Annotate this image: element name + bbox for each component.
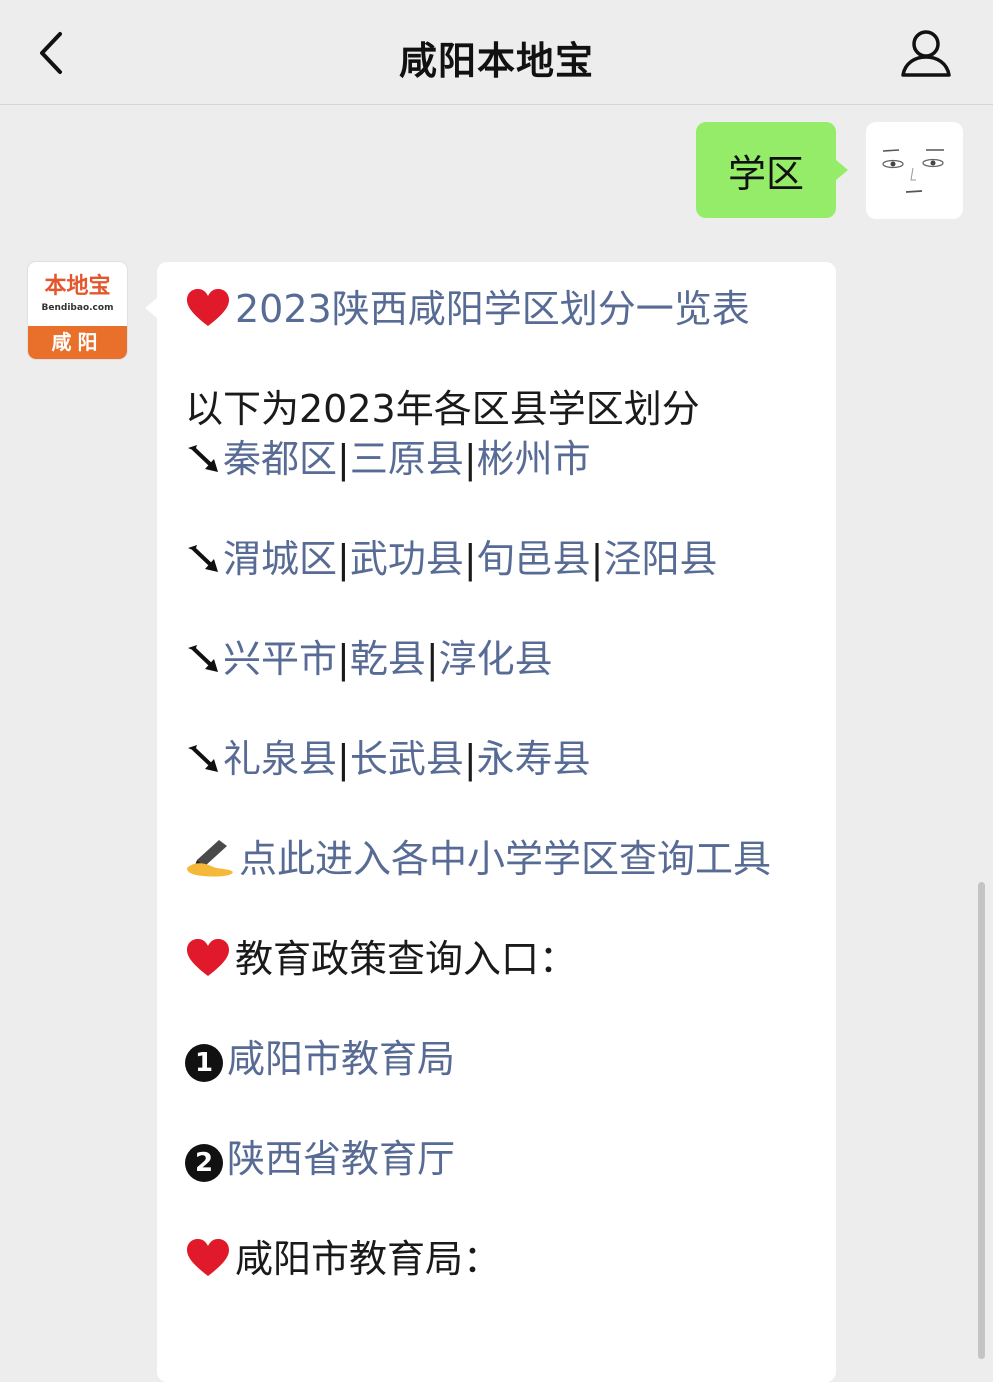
separator: | [463,437,477,481]
diagonal-arrow-icon [188,445,218,472]
district-row-1: 秦都区|三原县|彬州市 [185,434,808,484]
separator: | [590,537,604,581]
policy-link[interactable]: 咸阳市教育局 [227,1037,455,1081]
heading-line: 2023陕西咸阳学区划分一览表 [185,284,808,334]
user-avatar[interactable] [866,122,963,219]
writing-hand-icon [187,840,233,877]
district-link[interactable]: 三原县 [350,437,464,481]
district-row-3: 兴平市|乾县|淳化县 [185,634,808,684]
district-row-4: 礼泉县|长武县|永寿县 [185,734,808,784]
official-account-avatar[interactable]: 本地宝 Bendibao.com 咸阳 [28,262,127,359]
query-tool-line: 点此进入各中小学学区查询工具 [185,834,808,884]
page-title: 咸阳本地宝 [398,39,594,83]
separator: | [337,437,350,481]
separator: | [463,737,477,781]
heart-icon [187,939,229,976]
district-link[interactable]: 秦都区 [223,437,337,481]
district-link[interactable]: 礼泉县 [223,737,337,781]
intro-text: 以下为2023年各区县学区划分 [185,387,700,431]
heading-link[interactable]: 2023陕西咸阳学区划分一览表 [235,287,750,331]
diagonal-arrow-icon [188,645,218,672]
logo-sub-text: Bendibao.com [41,303,114,313]
logo-main-text: 本地宝 [44,273,111,299]
user-message-bubble[interactable]: 学区 [696,122,848,218]
query-tool-link[interactable]: 点此进入各中小学学区查询工具 [239,837,771,881]
policy-link-row-2: 2 陕西省教育厅 [185,1134,808,1184]
policy-link-row-1: 1 咸阳市教育局 [185,1034,808,1084]
diagonal-arrow-icon [188,745,218,772]
separator: | [425,637,439,681]
district-link[interactable]: 淳化县 [439,637,553,681]
separator: | [337,637,350,681]
bot-message-bubble: 2023陕西咸阳学区划分一览表 以下为2023年各区县学区划分 秦都区|三原县|… [145,262,836,1382]
diagonal-arrow-icon [188,545,218,572]
separator: | [337,537,350,581]
bottom-heading: 咸阳市教育局： [235,1237,502,1281]
navigation-bar: 咸阳本地宝 [0,0,993,105]
policy-heading-line: 教育政策查询入口： [185,934,808,984]
heart-icon [187,1239,229,1276]
district-link[interactable]: 永寿县 [477,737,591,781]
district-link[interactable]: 彬州市 [477,437,591,481]
separator: | [337,737,350,781]
scrollbar[interactable] [978,882,985,1359]
district-link[interactable]: 旬邑县 [477,537,591,581]
face-drawing-icon [882,149,944,193]
bottom-heading-line: 咸阳市教育局： [185,1234,808,1284]
district-link[interactable]: 长武县 [350,737,464,781]
logo: 本地宝 Bendibao.com [28,262,127,326]
logo-city-band: 咸阳 [28,326,127,359]
number-badge-icon: 2 [185,1144,223,1182]
district-link[interactable]: 渭城区 [223,537,337,581]
district-link[interactable]: 泾阳县 [603,537,717,581]
person-icon[interactable] [899,26,953,80]
policy-link[interactable]: 陕西省教育厅 [227,1137,455,1181]
separator: | [463,537,477,581]
district-row-2: 渭城区|武功县|旬邑县|泾阳县 [185,534,808,584]
district-link[interactable]: 兴平市 [223,637,337,681]
district-link[interactable]: 武功县 [350,537,464,581]
district-link[interactable]: 乾县 [350,637,426,681]
number-badge-icon: 1 [185,1044,223,1082]
policy-heading: 教育政策查询入口： [235,937,578,981]
heart-icon [187,289,229,326]
